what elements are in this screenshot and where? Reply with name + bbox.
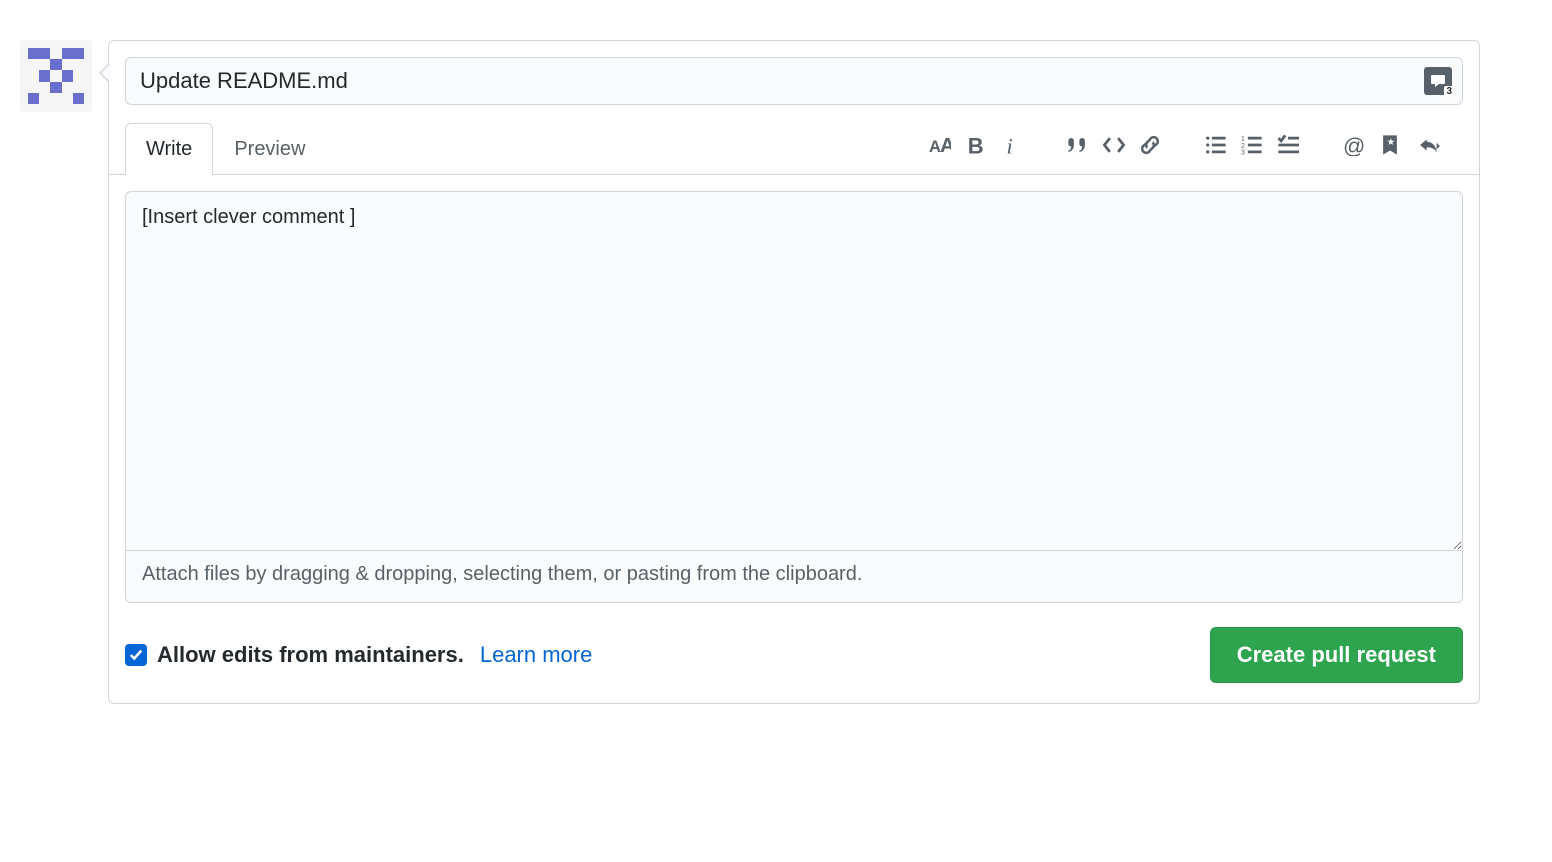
tab-preview[interactable]: Preview bbox=[213, 123, 326, 175]
unordered-list-icon[interactable] bbox=[1205, 134, 1227, 156]
link-icon[interactable] bbox=[1139, 134, 1161, 156]
comment-box: 3 Write Preview AA B i bbox=[108, 40, 1480, 704]
heading-icon[interactable]: AA bbox=[929, 134, 951, 156]
footer-row: Allow edits from maintainers. Learn more… bbox=[109, 619, 1479, 703]
create-pull-request-button[interactable]: Create pull request bbox=[1210, 627, 1463, 683]
title-input[interactable] bbox=[140, 68, 1408, 94]
quote-icon[interactable] bbox=[1067, 134, 1089, 156]
svg-text:3: 3 bbox=[1241, 149, 1245, 155]
allow-edits: Allow edits from maintainers. Learn more bbox=[125, 642, 592, 668]
identicon bbox=[28, 48, 84, 104]
editor-area: Attach files by dragging & dropping, sel… bbox=[109, 175, 1479, 619]
avatar bbox=[20, 40, 92, 112]
code-icon[interactable] bbox=[1103, 134, 1125, 156]
ordered-list-icon[interactable]: 123 bbox=[1241, 134, 1263, 156]
tabs: Write Preview bbox=[125, 123, 326, 174]
bold-icon[interactable]: B bbox=[965, 134, 987, 156]
svg-text:A: A bbox=[940, 134, 951, 156]
svg-text:@: @ bbox=[1343, 134, 1365, 156]
bookmark-icon[interactable]: ★ bbox=[1379, 134, 1401, 156]
title-field-wrapper: 3 bbox=[125, 57, 1463, 105]
tabs-row: Write Preview AA B i 123 bbox=[109, 105, 1479, 175]
reply-icon[interactable] bbox=[1415, 134, 1445, 156]
saved-replies-icon[interactable]: 3 bbox=[1424, 67, 1452, 95]
task-list-icon[interactable] bbox=[1277, 134, 1299, 156]
pull-request-form: 3 Write Preview AA B i bbox=[20, 40, 1480, 704]
tab-write[interactable]: Write bbox=[125, 123, 213, 175]
allow-edits-label: Allow edits from maintainers. bbox=[157, 642, 464, 668]
saved-replies-badge: 3 bbox=[1444, 86, 1454, 97]
svg-text:i: i bbox=[1007, 134, 1013, 156]
svg-text:B: B bbox=[968, 134, 984, 156]
formatting-toolbar: AA B i 123 @ ★ bbox=[326, 134, 1463, 164]
comment-textarea[interactable] bbox=[125, 191, 1463, 551]
mention-icon[interactable]: @ bbox=[1343, 134, 1365, 156]
allow-edits-checkbox[interactable] bbox=[125, 644, 147, 666]
italic-icon[interactable]: i bbox=[1001, 134, 1023, 156]
learn-more-link[interactable]: Learn more bbox=[480, 642, 593, 668]
attach-hint[interactable]: Attach files by dragging & dropping, sel… bbox=[125, 548, 1463, 603]
svg-text:★: ★ bbox=[1387, 137, 1396, 148]
